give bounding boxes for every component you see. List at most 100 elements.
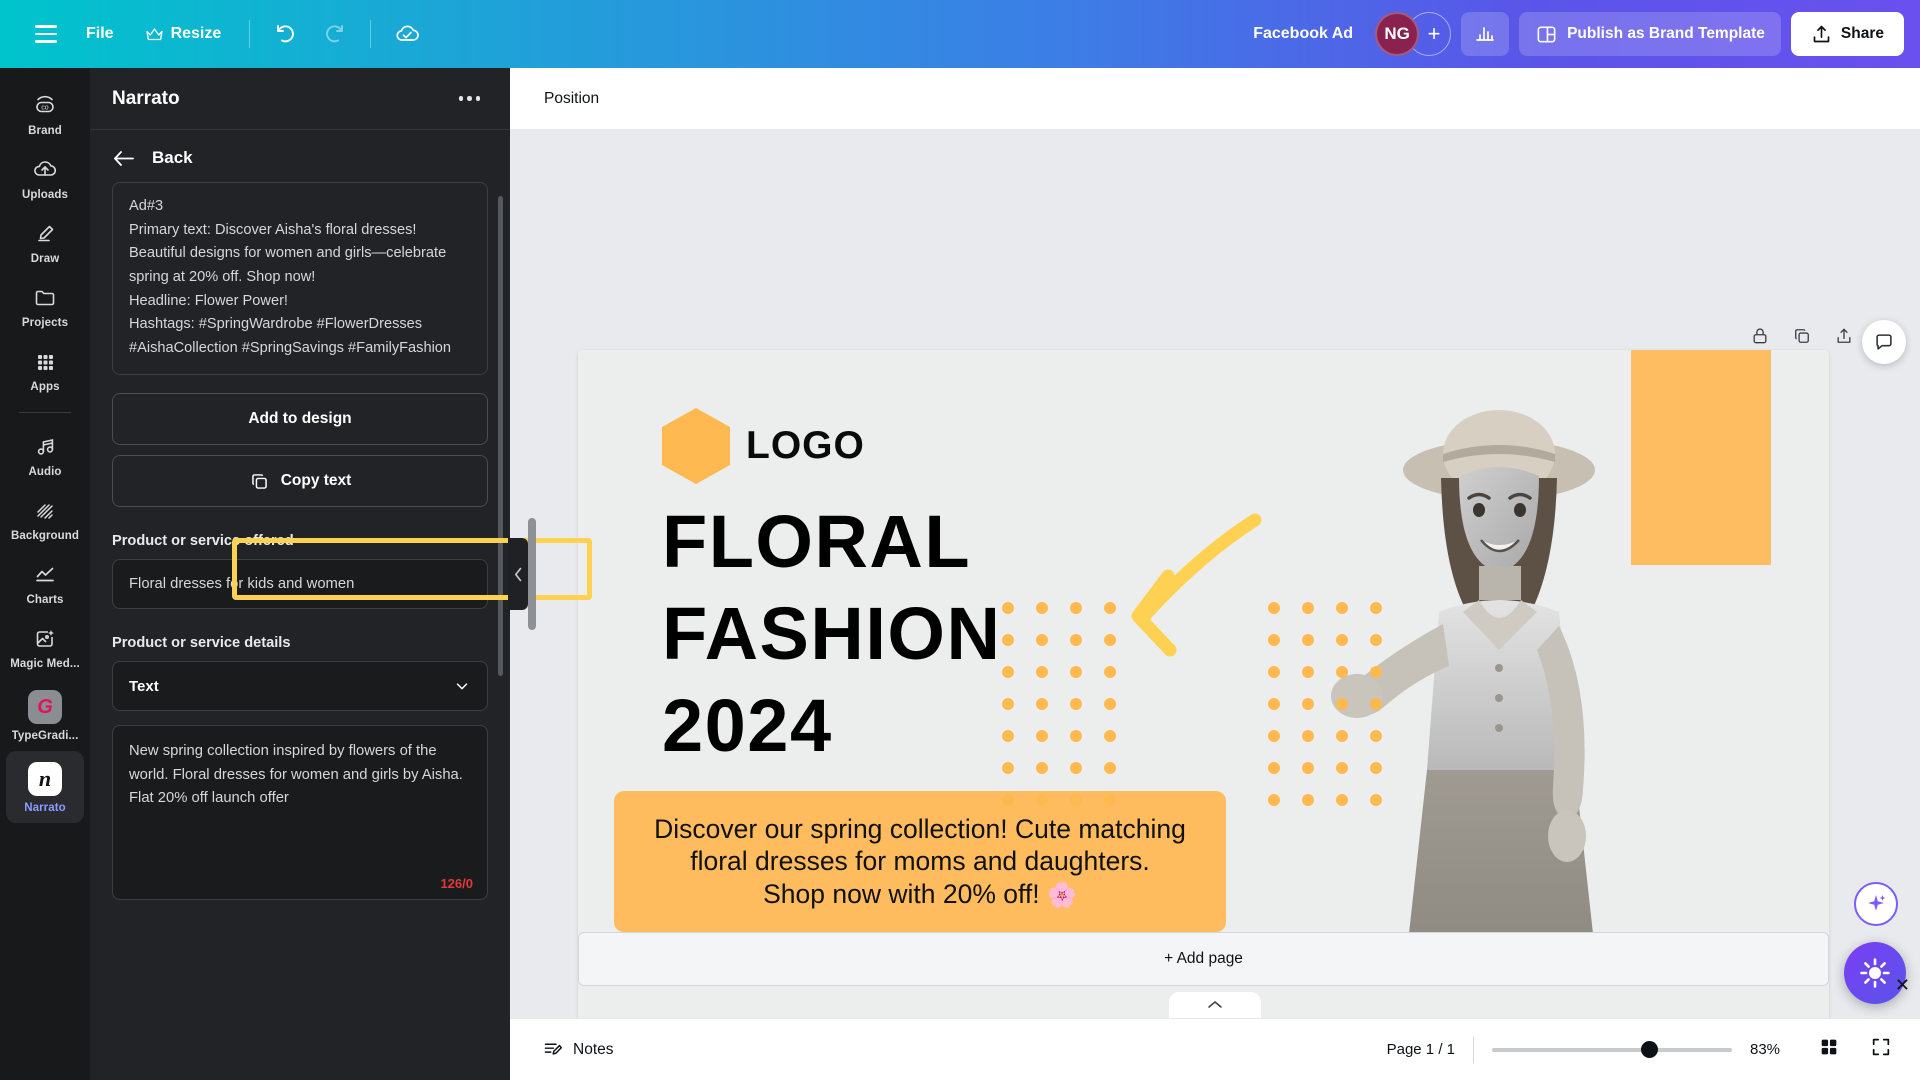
ad-result-text: Ad#3 Primary text: Discover Aisha's flor… (129, 198, 452, 356)
left-rail: co Brand Uploads Draw Projects Apps Audi… (0, 68, 90, 1080)
sidebar-item-uploads[interactable]: Uploads (6, 146, 84, 210)
sidebar-item-background[interactable]: Background (6, 487, 84, 551)
sidebar-item-typegradient[interactable]: G TypeGradi... (6, 679, 84, 751)
sidebar-item-apps[interactable]: Apps (6, 338, 84, 402)
typegradient-app-icon: G (28, 690, 62, 724)
logo-group[interactable]: LOGO (662, 408, 865, 484)
sidebar-item-magic-media[interactable]: Magic Med... (6, 615, 84, 679)
zoom-slider-track (1492, 1047, 1732, 1052)
panel-scrollbar[interactable] (498, 196, 503, 676)
arrow-left-icon (114, 150, 134, 166)
folder-icon (35, 290, 55, 306)
main-area: Position LOGO FLORAL FASHION 2024 Discov… (510, 68, 1920, 1080)
sidebar-item-projects[interactable]: Projects (6, 274, 84, 338)
panel-resize-grip[interactable] (528, 518, 536, 630)
publish-brand-template-button[interactable]: Publish as Brand Template (1519, 12, 1781, 56)
notes-button[interactable]: Notes (532, 1031, 624, 1068)
canvas-quick-actions (1750, 326, 1854, 351)
fullscreen-icon[interactable] (1864, 1030, 1898, 1069)
canvas-collapse-tab[interactable] (1169, 992, 1261, 1018)
share-upload-icon (1813, 25, 1830, 42)
zoom-slider-thumb[interactable] (1640, 1041, 1658, 1058)
avatar[interactable]: NG (1375, 12, 1420, 56)
insights-button[interactable] (1461, 12, 1510, 56)
panel-collapse-button[interactable] (508, 538, 528, 610)
canvas-area[interactable]: LOGO FLORAL FASHION 2024 Discover our sp… (510, 130, 1920, 1018)
add-page-button[interactable]: + Add page (578, 932, 1829, 986)
headline-line-1: FLORAL (662, 500, 972, 583)
svg-text:co: co (41, 104, 49, 111)
details-type-select[interactable]: Text (112, 661, 488, 712)
chevron-down-icon (456, 683, 468, 690)
panel-title: Narrato (112, 87, 180, 109)
sidebar-item-audio[interactable]: Audio (6, 423, 84, 487)
cloud-check-icon[interactable] (385, 12, 429, 56)
hexagon-logo-icon (662, 408, 730, 484)
headline-text[interactable]: FLORAL FASHION 2024 (662, 496, 1001, 771)
details-textarea[interactable]: New spring collection inspired by flower… (112, 725, 488, 901)
char-counter: 126/0 (440, 876, 473, 892)
zoom-slider[interactable] (1492, 1040, 1732, 1060)
page-indicator: Page 1 / 1 (1386, 1041, 1455, 1058)
sidebar-item-label: Brand (28, 125, 62, 137)
rail-divider (19, 412, 71, 413)
magic-media-icon (36, 630, 54, 647)
flower-emoji-icon: 🌸 (1046, 881, 1077, 909)
sidebar-item-label: Magic Med... (10, 658, 80, 670)
notes-icon (544, 1043, 562, 1055)
export-icon[interactable] (1834, 326, 1854, 351)
ad-result-card: Ad#3 Primary text: Discover Aisha's flor… (112, 182, 488, 376)
back-button[interactable]: Back (90, 130, 510, 180)
accent-rectangle[interactable] (1631, 350, 1771, 565)
copy-text-label: Copy text (280, 472, 352, 490)
sidebar-item-draw[interactable]: Draw (6, 210, 84, 274)
undo-icon[interactable] (264, 12, 308, 56)
lock-icon[interactable] (1750, 326, 1770, 351)
zoom-value: 83% (1750, 1041, 1781, 1058)
brand-icon: co (36, 95, 54, 113)
sidebar-item-label: Charts (26, 594, 64, 606)
sidebar-item-brand[interactable]: co Brand (6, 82, 84, 146)
grid-view-icon[interactable] (1812, 1030, 1846, 1069)
share-button[interactable]: Share (1790, 12, 1904, 56)
narrato-panel: Narrato Back Ad#3 Primary text: Discover… (90, 68, 592, 1080)
comment-icon[interactable] (1862, 320, 1906, 364)
headline-line-3: 2024 (662, 683, 833, 767)
sidebar-item-label: Draw (30, 253, 60, 265)
promo-text-box[interactable]: Discover our spring collection! Cute mat… (614, 791, 1226, 932)
crown-icon (145, 27, 163, 40)
document-title[interactable]: Facebook Ad (1241, 17, 1365, 51)
line-chart-icon (36, 567, 54, 582)
chevron-left-icon (514, 567, 521, 581)
close-x-icon[interactable]: ✕ (1895, 975, 1910, 996)
music-note-icon (37, 439, 54, 455)
copy-text-button[interactable]: Copy text (112, 455, 488, 508)
promo-text: Discover our spring collection! Cute mat… (654, 814, 1186, 909)
hatch-pattern-icon (37, 504, 53, 519)
sidebar-item-label: Apps (30, 381, 60, 393)
resize-button[interactable]: Resize (132, 17, 236, 51)
layout-icon (1537, 25, 1556, 43)
canvas-toolbar: Position (510, 68, 1920, 130)
position-button[interactable]: Position (532, 81, 611, 117)
logo-text: LOGO (746, 424, 865, 467)
resize-label: Resize (170, 25, 222, 42)
sidebar-item-label: Background (10, 530, 80, 542)
sidebar-item-label: Audio (28, 466, 62, 478)
toolbar-divider (249, 20, 251, 48)
sidebar-item-charts[interactable]: Charts (6, 551, 84, 615)
product-details-label: Product or service details (112, 635, 291, 652)
file-menu-button[interactable]: File (72, 17, 128, 51)
product-offered-input[interactable]: Floral dresses for kids and women (112, 559, 488, 610)
add-to-design-button[interactable]: Add to design (112, 393, 488, 446)
panel-scroll-area[interactable]: Ad#3 Primary text: Discover Aisha's flor… (90, 180, 510, 1080)
sidebar-item-label: Uploads (21, 189, 69, 201)
duplicate-icon[interactable] (1792, 326, 1812, 351)
design-canvas[interactable]: LOGO FLORAL FASHION 2024 Discover our sp… (578, 350, 1829, 1018)
file-menu-label: File (86, 25, 114, 42)
more-options-icon[interactable] (451, 88, 489, 109)
sidebar-item-narrato[interactable]: n Narrato (6, 751, 84, 823)
redo-icon[interactable] (312, 12, 356, 56)
hamburger-icon[interactable] (24, 12, 68, 56)
magic-sparkle-icon[interactable] (1854, 882, 1898, 926)
